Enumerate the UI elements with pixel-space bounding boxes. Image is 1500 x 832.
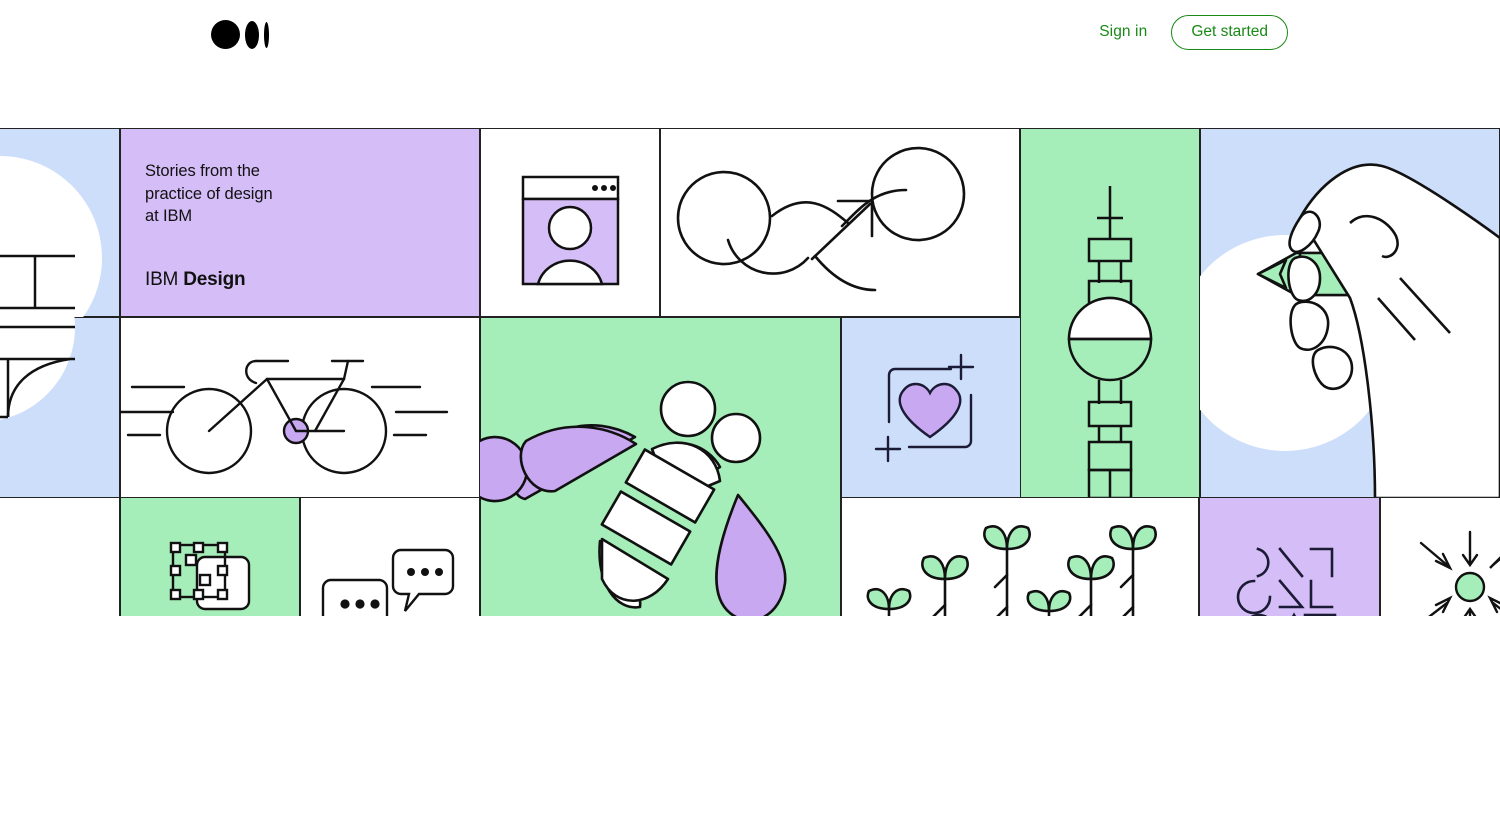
hero-title-line-1: Stories from the [145, 162, 260, 180]
hand-pencil-tile [1200, 128, 1500, 498]
selection-box-tile [120, 497, 300, 616]
infinity-arrow-tile [660, 128, 1020, 317]
heart-frame-tile [841, 317, 1021, 498]
tv-tower-tile [1020, 128, 1200, 498]
bee-tile [480, 317, 841, 616]
medium-logo[interactable] [211, 20, 269, 49]
shapes-grid-tile [1199, 497, 1380, 616]
hero-brand-lockup: IBM Design [145, 269, 246, 291]
hero-brand-ibm: IBM [145, 269, 179, 290]
architecture-structure-tile-lower [0, 317, 120, 498]
medium-logo-ellipse-medium [245, 20, 259, 49]
bicycle-tile [120, 317, 480, 498]
publication-hero-mosaic: Stories from the practice of design at I… [0, 68, 1500, 616]
get-started-button[interactable]: Get started [1171, 15, 1288, 50]
hero-title-line-2: practice of design [145, 184, 273, 203]
bottom-left-white-tile [0, 497, 120, 616]
medium-logo-circle-large [211, 20, 240, 49]
hero-title-line-3: at IBM [145, 207, 193, 226]
architecture-structure-tile [0, 128, 120, 317]
speech-bubbles-tile [300, 497, 480, 616]
hero-brand-design: Design [183, 269, 246, 290]
sign-in-button[interactable]: Sign in [1093, 19, 1153, 45]
top-bar-actions: Sign in Get started [1093, 15, 1288, 50]
sprouts-tile [841, 497, 1199, 616]
browser-avatar-tile [480, 128, 660, 317]
medium-logo-ellipse-small [264, 21, 269, 48]
top-navigation-bar: Sign in Get started [0, 0, 1500, 68]
hero-title: Stories from the practice of design at I… [145, 160, 273, 228]
converging-arrows-tile [1380, 497, 1500, 616]
